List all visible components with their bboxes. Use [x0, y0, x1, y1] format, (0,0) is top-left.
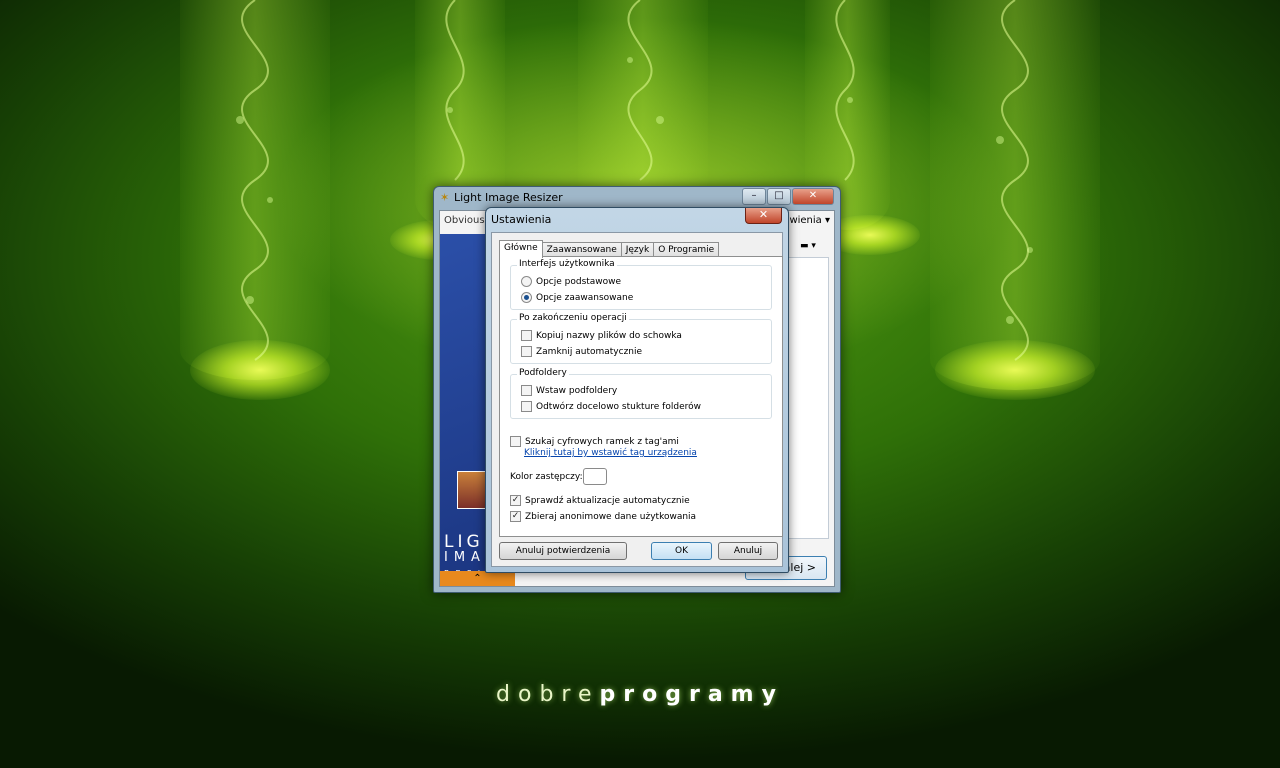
checkbox-check-updates[interactable]: ✓ Sprawdź aktualizacje automatycznie	[510, 495, 690, 506]
main-window-title: Light Image Resizer	[454, 191, 563, 204]
insert-tag-link[interactable]: Kliknij tutaj by wstawić tag urządzenia	[524, 448, 697, 458]
collapse-button[interactable]: ⌃	[440, 571, 515, 586]
window-controls: – □ ✕	[742, 188, 834, 205]
checkbox-box	[521, 330, 532, 341]
ok-button[interactable]: OK	[651, 542, 712, 560]
checkbox-box	[510, 436, 521, 447]
checkbox-collect-data[interactable]: ✓ Zbieraj anonimowe dane użytkowania	[510, 511, 696, 522]
checkbox-copy-names[interactable]: Kopiuj nazwy plików do schowka	[521, 330, 682, 341]
checkbox-box	[521, 385, 532, 396]
tab-about[interactable]: O Programie	[653, 242, 720, 257]
close-button[interactable]: ✕	[792, 188, 834, 205]
checkbox-label: Wstaw podfoldery	[536, 385, 618, 396]
tab-panel-general: Interfejs użytkownika Opcje podstawowe O…	[499, 256, 783, 537]
checkbox-search-frames[interactable]: Szukaj cyfrowych ramek z tag'ami	[510, 436, 679, 447]
checkbox-box	[521, 401, 532, 412]
checkbox-label: Odtwórz docelowo stukture folderów	[536, 401, 701, 412]
dialog-close-button[interactable]: ✕	[745, 208, 782, 224]
checkbox-label: Zamknij automatycznie	[536, 346, 643, 357]
vendor-logo: Obviousi	[444, 215, 487, 226]
group-subfolders: Podfoldery Wstaw podfoldery Odtwórz doce…	[510, 368, 772, 419]
group-label: Podfoldery	[517, 368, 569, 378]
replacement-color-label: Kolor zastępczy:	[510, 472, 583, 482]
checkbox-box	[521, 346, 532, 357]
group-user-interface: Interfejs użytkownika Opcje podstawowe O…	[510, 259, 772, 310]
dialog-title: Ustawienia	[491, 213, 552, 226]
app-icon: ✶	[440, 191, 450, 204]
color-picker[interactable]	[583, 468, 607, 485]
checkbox-label: Kopiuj nazwy plików do schowka	[536, 330, 682, 341]
checkbox-label: Sprawdź aktualizacje automatycznie	[525, 495, 690, 506]
checkbox-recreate-structure[interactable]: Odtwórz docelowo stukture folderów	[521, 401, 701, 412]
brand-watermark: dobreprogramy	[0, 682, 1280, 707]
cancel-confirmations-button[interactable]: Anuluj potwierdzenia	[499, 542, 627, 560]
radio-circle	[521, 276, 532, 287]
radio-basic-options[interactable]: Opcje podstawowe	[521, 276, 621, 287]
radio-label: Opcje podstawowe	[536, 276, 622, 287]
checkbox-box-checked: ✓	[510, 511, 521, 522]
brand-bold: programy	[599, 682, 784, 707]
group-label: Po zakończeniu operacji	[517, 313, 629, 323]
tab-general[interactable]: Główne	[499, 240, 543, 258]
maximize-button[interactable]: □	[767, 188, 791, 205]
cancel-button[interactable]: Anuluj	[718, 542, 778, 560]
radio-advanced-options[interactable]: Opcje zaawansowane	[521, 292, 633, 303]
radio-label: Opcje zaawansowane	[536, 292, 634, 303]
minimize-button[interactable]: –	[742, 188, 766, 205]
flag-icon[interactable]: ▬ ▾	[800, 241, 816, 251]
main-window-title-bar: ✶ Light Image Resizer	[440, 191, 563, 204]
tab-language[interactable]: Język	[620, 242, 655, 257]
vendor-prefix: Obvious	[444, 215, 485, 226]
checkbox-auto-close[interactable]: Zamknij automatycznie	[521, 346, 642, 357]
file-list[interactable]	[784, 257, 829, 539]
group-label: Interfejs użytkownika	[517, 259, 617, 269]
group-after-operation: Po zakończeniu operacji Kopiuj nazwy pli…	[510, 313, 772, 364]
checkbox-label: Zbieraj anonimowe dane użytkowania	[525, 511, 697, 522]
checkbox-insert-subfolders[interactable]: Wstaw podfoldery	[521, 385, 617, 396]
tab-advanced[interactable]: Zaawansowane	[541, 242, 622, 257]
brand-light: dobre	[496, 682, 600, 707]
checkbox-box-checked: ✓	[510, 495, 521, 506]
radio-circle-selected	[521, 292, 532, 303]
dialog-client: Główne Zaawansowane Język O Programie In…	[491, 232, 783, 567]
checkbox-label: Szukaj cyfrowych ramek z tag'ami	[525, 436, 679, 447]
settings-dialog: Ustawienia ✕ Główne Zaawansowane Język O…	[485, 207, 789, 573]
chevron-up-icon: ⌃	[473, 573, 482, 584]
